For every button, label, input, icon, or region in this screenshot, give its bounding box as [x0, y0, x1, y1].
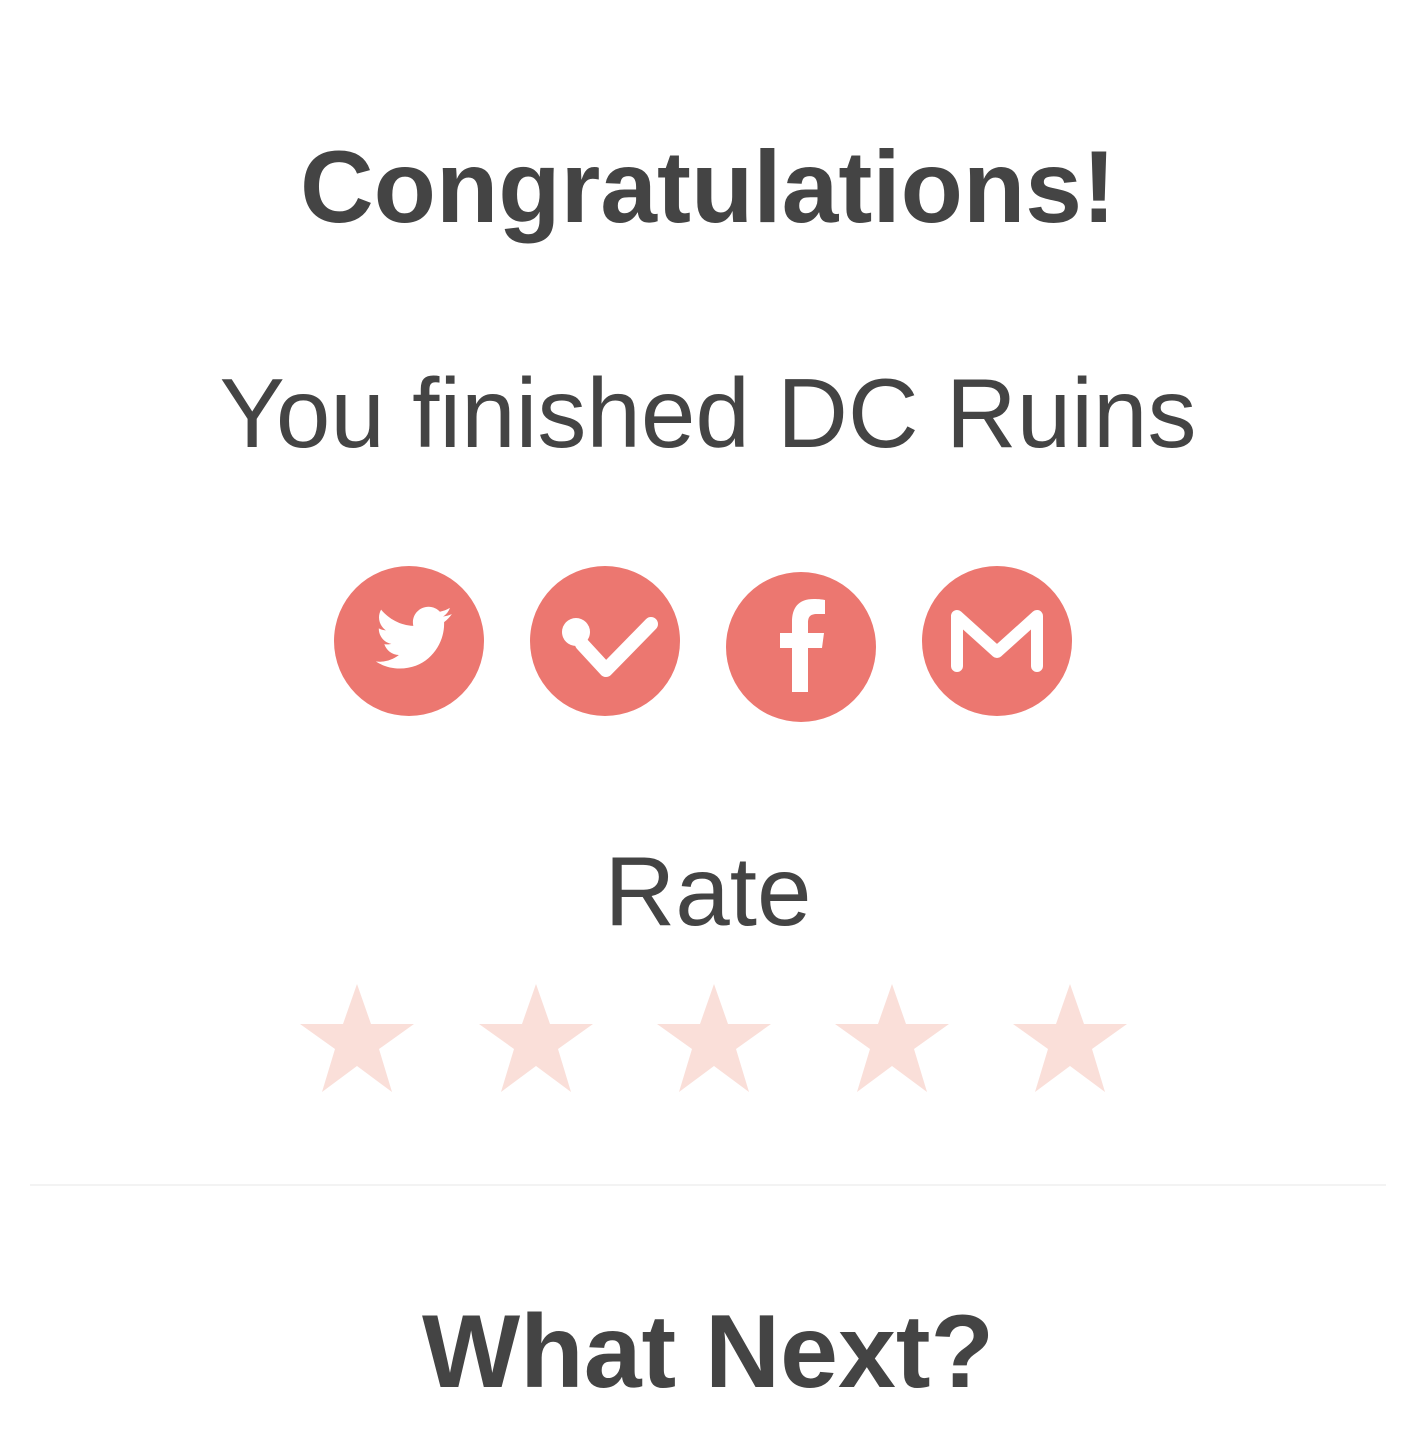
rate-label: Rate: [604, 836, 812, 946]
star-icon: [835, 984, 949, 1092]
check-icon: [562, 617, 658, 677]
star-icon: [1013, 984, 1127, 1092]
star-3-button[interactable]: [655, 982, 773, 1094]
congratulations-title: Congratulations!: [300, 130, 1116, 244]
share-buttons: [334, 566, 1074, 722]
star-icon: [657, 984, 771, 1092]
star-4-button[interactable]: [833, 982, 951, 1094]
star-icon: [300, 984, 414, 1092]
section-divider: [30, 1184, 1386, 1186]
what-next-heading: What Next?: [422, 1294, 994, 1410]
finished-message: You finished DC Ruins: [219, 358, 1197, 468]
share-twitter-button[interactable]: [334, 566, 484, 716]
share-facebook-button[interactable]: [726, 572, 876, 722]
star-5-button[interactable]: [1011, 982, 1129, 1094]
star-rating: [298, 982, 1138, 1098]
star-2-button[interactable]: [477, 982, 595, 1094]
share-check-button[interactable]: [530, 566, 680, 716]
star-1-button[interactable]: [298, 982, 416, 1094]
share-email-button[interactable]: [922, 566, 1072, 716]
twitter-icon: [375, 606, 452, 669]
star-icon: [479, 984, 593, 1092]
email-icon: [951, 610, 1043, 672]
facebook-icon: [780, 599, 825, 692]
